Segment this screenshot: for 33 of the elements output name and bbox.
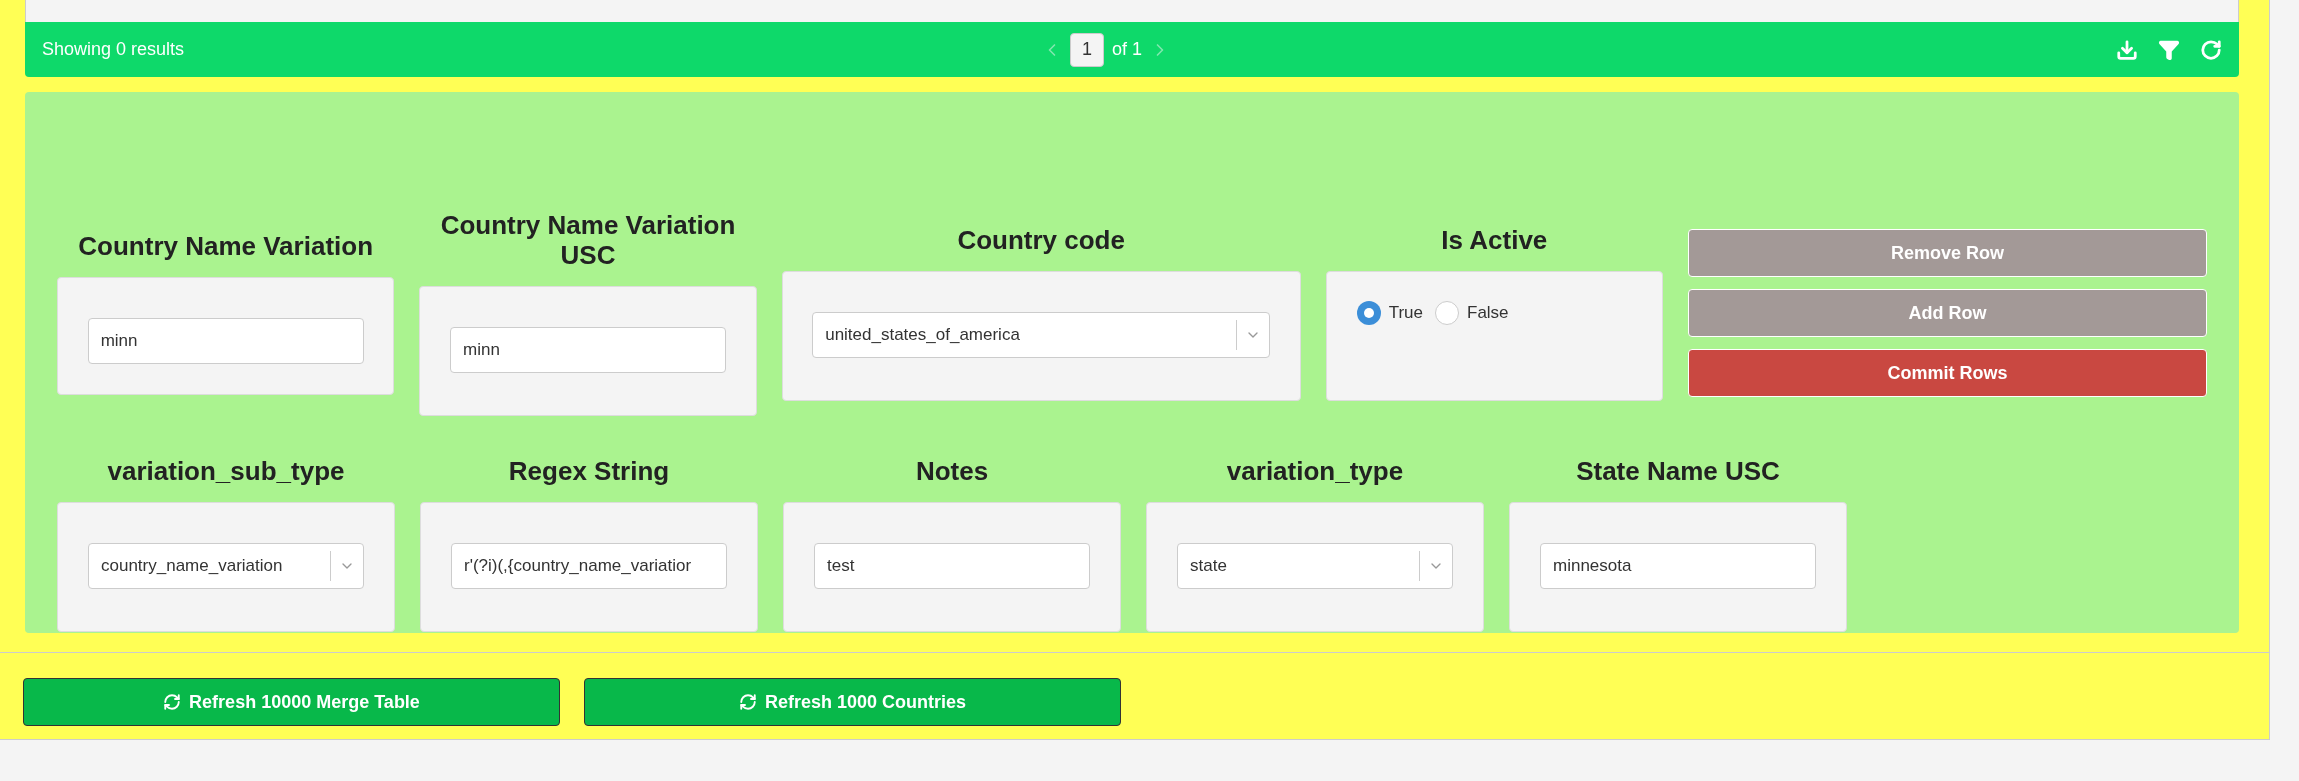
refresh-icon <box>738 693 757 711</box>
text-field[interactable]: minnesota <box>1540 543 1816 589</box>
select-value: united_states_of_america <box>824 324 1021 347</box>
select-field[interactable]: united_states_of_america <box>812 312 1271 358</box>
refresh-icon[interactable] <box>2200 38 2222 61</box>
page-total: of 1 <box>1112 38 1143 61</box>
refresh-icon <box>163 693 182 711</box>
select-field[interactable]: state <box>1177 543 1453 589</box>
field-label: State Name USC <box>1575 456 1781 486</box>
text-field[interactable]: r'(?i)(,{country_name_variatior <box>451 543 727 589</box>
page-field[interactable]: 1 <box>1070 32 1104 67</box>
field-label: variation_type <box>1225 456 1405 486</box>
text-field[interactable]: test <box>814 543 1090 589</box>
field-label: Country Name Variation <box>77 231 375 261</box>
field-label: Is Active <box>1440 225 1549 255</box>
select-value: state <box>1189 555 1228 578</box>
field-label: Regex String <box>507 456 671 486</box>
row-action-button[interactable]: Commit Rows <box>1688 349 2207 397</box>
text-field[interactable]: minn <box>87 318 364 364</box>
field-label: Country Name Variation USC <box>439 210 737 270</box>
results-summary: Showing 0 results <box>42 38 186 61</box>
select-field[interactable]: country_name_variation <box>88 543 364 589</box>
field-label: Notes <box>914 456 990 486</box>
radio-label: True <box>1388 302 1423 324</box>
filter-icon[interactable] <box>2158 38 2180 61</box>
text-field[interactable]: minn <box>450 327 726 373</box>
field-label: Country code <box>956 225 1126 255</box>
select-value: country_name_variation <box>100 555 284 578</box>
radio-label: False <box>1467 302 1509 324</box>
radio-button[interactable] <box>1435 300 1459 325</box>
field-label: variation_sub_type <box>106 456 346 486</box>
download-icon[interactable] <box>2116 38 2138 61</box>
radio-button[interactable] <box>1356 300 1381 325</box>
